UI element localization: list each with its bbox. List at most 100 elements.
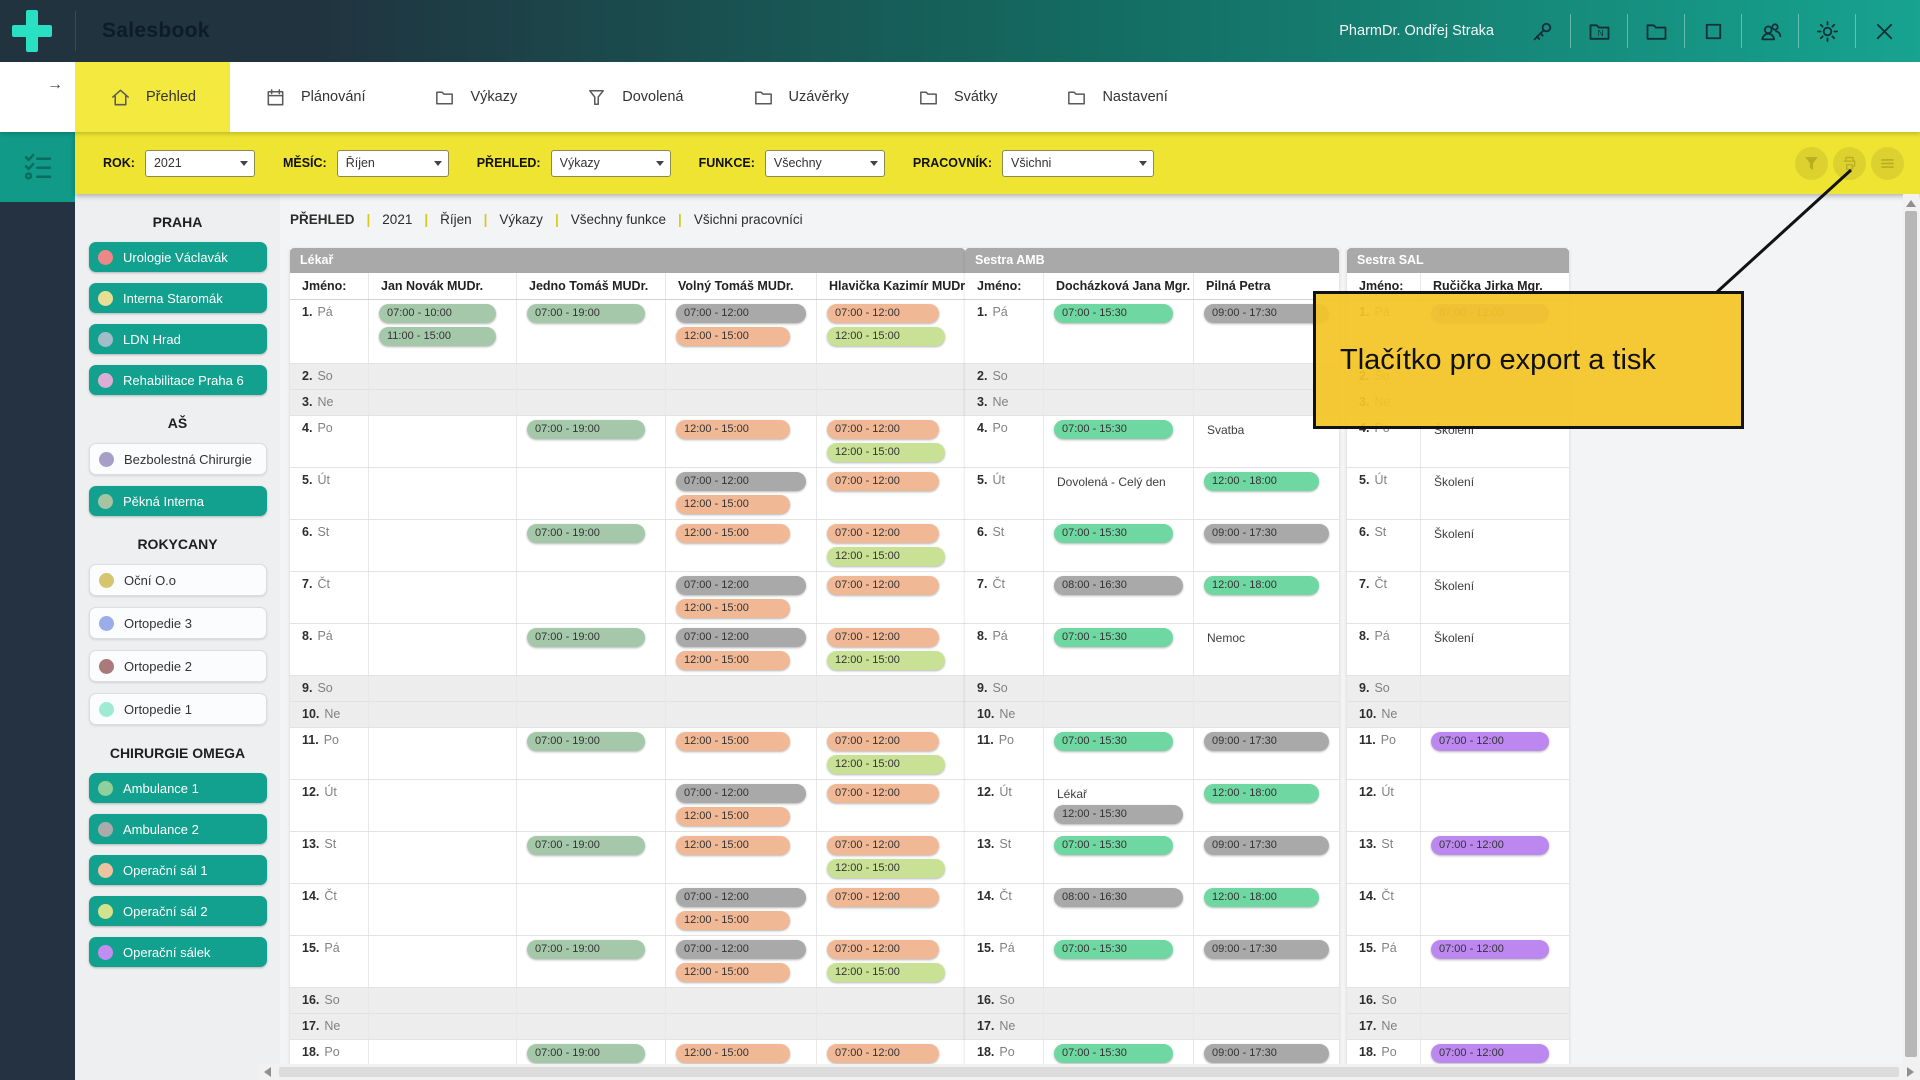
shift-pill[interactable]: 07:00 - 12:00 (827, 836, 939, 855)
shift-pill[interactable]: 07:00 - 19:00 (527, 304, 645, 323)
shift-pill[interactable]: 07:00 - 15:30 (1054, 524, 1173, 543)
horizontal-scroll-thumb[interactable] (279, 1067, 1899, 1077)
shift-pill[interactable]: 07:00 - 19:00 (527, 732, 645, 751)
shift-pill[interactable]: 08:00 - 16:30 (1054, 576, 1183, 595)
shift-pill[interactable]: 07:00 - 12:00 (1431, 732, 1549, 751)
users-icon[interactable] (1748, 9, 1792, 53)
shift-pill[interactable]: 07:00 - 12:00 (1431, 940, 1549, 959)
shift-pill[interactable]: 07:00 - 19:00 (527, 940, 645, 959)
shift-pill[interactable]: 07:00 - 12:00 (827, 304, 939, 323)
shift-pill[interactable]: 12:00 - 15:00 (827, 443, 945, 462)
shift-pill[interactable]: 07:00 - 12:00 (1431, 836, 1549, 855)
shift-pill[interactable]: 12:00 - 18:00 (1204, 472, 1319, 491)
scroll-up-arrow[interactable] (1906, 200, 1916, 207)
shift-pill[interactable]: 07:00 - 19:00 (527, 836, 645, 855)
sidebar-item-operacni-sal-1[interactable]: Operační sál 1 (89, 855, 267, 885)
shift-note[interactable]: Školení (1434, 631, 1569, 645)
shift-pill[interactable]: 12:00 - 15:00 (676, 651, 790, 670)
shift-pill[interactable]: 07:00 - 19:00 (527, 628, 645, 647)
shift-pill[interactable]: 12:00 - 15:00 (676, 807, 790, 826)
sidebar-item-ldn-hrad[interactable]: LDN Hrad (89, 324, 267, 354)
mesic-select[interactable]: Říjen (337, 150, 449, 177)
shift-pill[interactable]: 07:00 - 12:00 (827, 888, 939, 907)
shift-pill[interactable]: 12:00 - 15:00 (827, 963, 945, 982)
key-icon[interactable] (1520, 9, 1564, 53)
shift-pill[interactable]: 12:00 - 18:00 (1204, 576, 1319, 595)
shift-pill[interactable]: 07:00 - 12:00 (676, 576, 806, 595)
shift-pill[interactable]: 07:00 - 12:00 (827, 576, 939, 595)
shift-pill[interactable]: 12:00 - 15:00 (676, 836, 790, 855)
shift-note[interactable]: Školení (1434, 475, 1569, 489)
sidebar-item-urologie-vaclavak[interactable]: Urologie Václavák (89, 242, 267, 272)
prehled-select[interactable]: Výkazy (551, 150, 671, 177)
shift-pill[interactable]: 09:00 - 17:30 (1204, 940, 1329, 959)
shift-pill[interactable]: 07:00 - 15:30 (1054, 836, 1173, 855)
scroll-left-arrow[interactable] (264, 1067, 271, 1077)
shift-pill[interactable]: 09:00 - 17:30 (1204, 524, 1329, 543)
reports-folder-icon[interactable]: N (1577, 9, 1621, 53)
shift-pill[interactable]: 07:00 - 12:00 (676, 888, 806, 907)
shift-note[interactable]: Školení (1434, 527, 1569, 541)
shift-pill[interactable]: 07:00 - 12:00 (676, 628, 806, 647)
shift-pill[interactable]: 07:00 - 12:00 (827, 628, 939, 647)
shift-pill[interactable]: 07:00 - 12:00 (676, 304, 806, 323)
shift-pill[interactable]: 07:00 - 15:30 (1054, 304, 1173, 323)
tab-dovolena[interactable]: Dovolená (551, 62, 717, 132)
window-icon[interactable] (1691, 9, 1735, 53)
sidebar-item-ambulance-2[interactable]: Ambulance 2 (89, 814, 267, 844)
sidebar-item-ortopedie-1[interactable]: Ortopedie 1 (89, 693, 267, 725)
shift-pill[interactable]: 07:00 - 15:30 (1054, 1044, 1173, 1063)
shift-pill[interactable]: 07:00 - 15:30 (1054, 940, 1173, 959)
settings-gear-icon[interactable] (1805, 9, 1849, 53)
sidebar-item-interna-staromak[interactable]: Interna Staromák (89, 283, 267, 313)
shift-pill[interactable]: 12:00 - 15:00 (676, 1044, 790, 1063)
sidebar-item-operacni-salek[interactable]: Operační sálek (89, 937, 267, 967)
shift-pill[interactable]: 12:00 - 15:00 (676, 420, 790, 439)
forward-arrow-icon[interactable]: → (47, 76, 63, 94)
shift-pill[interactable]: 11:00 - 15:00 (379, 327, 496, 346)
shift-pill[interactable]: 12:00 - 15:00 (827, 651, 945, 670)
shift-pill[interactable]: 07:00 - 12:00 (827, 784, 939, 803)
shift-pill[interactable]: 12:00 - 15:00 (676, 732, 790, 751)
shift-pill[interactable]: 12:00 - 15:30 (1054, 805, 1183, 824)
pracovnik-select[interactable]: Všichni (1002, 150, 1154, 177)
shift-pill[interactable]: 07:00 - 19:00 (527, 1044, 645, 1063)
sidebar-item-bezbolestna-chirurgie[interactable]: Bezbolestná Chirurgie (89, 443, 267, 475)
shift-note[interactable]: Nemoc (1207, 631, 1339, 645)
shift-pill[interactable]: 07:00 - 10:00 (379, 304, 496, 323)
shift-pill[interactable]: 07:00 - 12:00 (827, 940, 939, 959)
tab-vykazy[interactable]: Výkazy (399, 62, 551, 132)
sidebar-item-operacni-sal-2[interactable]: Operační sál 2 (89, 896, 267, 926)
shift-pill[interactable]: 12:00 - 18:00 (1204, 784, 1319, 803)
shift-pill[interactable]: 12:00 - 15:00 (676, 524, 790, 543)
shift-note[interactable]: Školení (1434, 579, 1569, 593)
shift-pill[interactable]: 12:00 - 15:00 (676, 911, 790, 930)
checklist-button[interactable] (0, 132, 75, 202)
tab-svatky[interactable]: Svátky (883, 62, 1032, 132)
shift-note[interactable]: Lékař (1057, 787, 1193, 801)
scroll-right-arrow[interactable] (1907, 1067, 1914, 1077)
shift-pill[interactable]: 12:00 - 15:00 (676, 327, 790, 346)
shift-pill[interactable]: 12:00 - 15:00 (827, 547, 945, 566)
print-button[interactable] (1833, 147, 1866, 180)
shift-pill[interactable]: 07:00 - 12:00 (827, 524, 939, 543)
sidebar-item-ortopedie-3[interactable]: Ortopedie 3 (89, 607, 267, 639)
shift-pill[interactable]: 12:00 - 15:00 (676, 599, 790, 618)
shift-pill[interactable]: 07:00 - 12:00 (827, 732, 939, 751)
shift-note[interactable]: Dovolená - Celý den (1057, 475, 1193, 489)
shift-pill[interactable]: 07:00 - 15:30 (1054, 628, 1173, 647)
shift-pill[interactable]: 08:00 - 16:30 (1054, 888, 1183, 907)
shift-pill[interactable]: 07:00 - 15:30 (1054, 732, 1173, 751)
tab-prehled[interactable]: Přehled (75, 62, 230, 132)
vertical-scroll-thumb[interactable] (1905, 211, 1917, 1057)
shift-pill[interactable]: 07:00 - 12:00 (827, 472, 939, 491)
shift-pill[interactable]: 07:00 - 19:00 (527, 420, 645, 439)
shift-pill[interactable]: 09:00 - 17:30 (1204, 1044, 1329, 1063)
tab-uzaverky[interactable]: Uzávěrky (718, 62, 883, 132)
menu-button[interactable] (1871, 147, 1904, 180)
funkce-select[interactable]: Všechny (765, 150, 885, 177)
shift-pill[interactable]: 12:00 - 15:00 (827, 755, 945, 774)
shift-pill[interactable]: 12:00 - 15:00 (676, 963, 790, 982)
vertical-scrollbar[interactable] (1903, 194, 1919, 1080)
shift-pill[interactable]: 07:00 - 12:00 (676, 940, 806, 959)
